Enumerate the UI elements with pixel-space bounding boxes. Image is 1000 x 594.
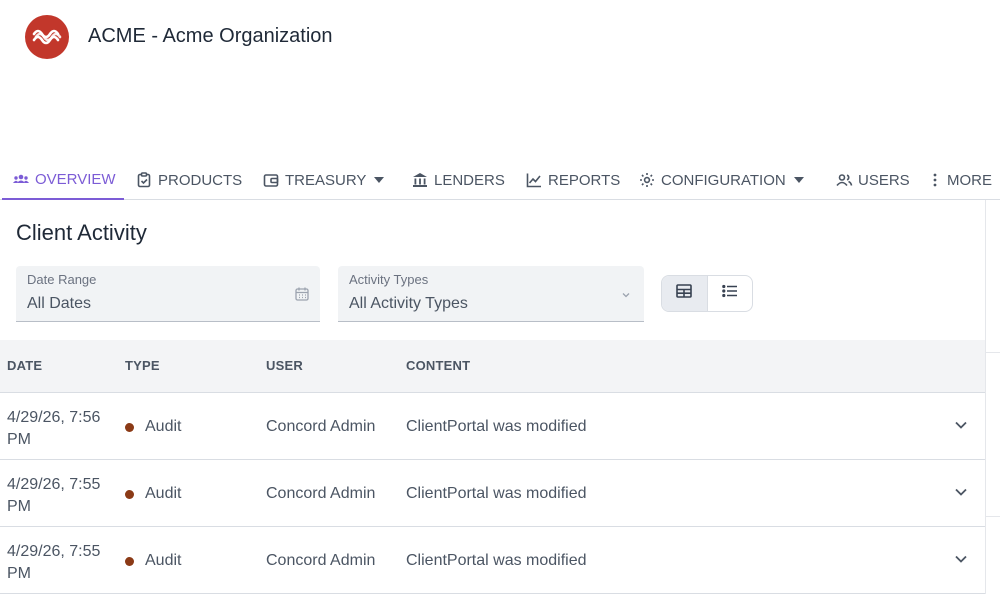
chevron-down-icon [618,287,634,303]
row-user: Concord Admin [266,552,376,569]
table-icon [675,282,693,305]
table-header: DATE TYPE USER CONTENT [0,340,985,393]
bank-icon [411,171,429,189]
table-row[interactable]: 4/29/26, 7:56 PM Audit Concord Admin Cli… [0,393,985,460]
column-header-date[interactable]: DATE [7,358,42,373]
chevron-down-icon[interactable] [953,484,969,500]
tab-label: OVERVIEW [35,170,116,188]
row-type-label: Audit [145,418,182,435]
chevron-down-icon [793,177,804,183]
row-content: ClientPortal was modified [406,485,587,502]
table-row[interactable]: 4/29/26, 7:55 PM Audit Concord Admin Cli… [0,527,985,594]
tab-label: REPORTS [548,171,621,189]
tab-label: TREASURY [285,171,367,189]
users-group-icon [12,170,30,188]
status-dot [125,422,134,432]
tab-overview[interactable]: OVERVIEW [2,160,124,200]
column-header-type[interactable]: TYPE [125,358,160,373]
column-header-content[interactable]: CONTENT [406,358,470,373]
chevron-down-icon [374,177,385,183]
table-row[interactable]: 4/29/26, 7:55 PM Audit Concord Admin Cli… [0,460,985,527]
tab-treasury[interactable]: TREASURY [262,160,385,200]
list-icon [721,282,739,305]
row-date: 4/29/26, 7:55 PM [7,543,101,582]
users-icon [835,171,853,189]
row-type: Audit [125,552,181,570]
tab-label: MORE [947,171,992,189]
activity-types-select[interactable]: Activity Types All Activity Types [338,266,644,322]
org-logo [25,15,69,59]
chevron-down-icon[interactable] [953,551,969,567]
row-type: Audit [125,485,181,503]
panel-divider [986,352,1000,353]
status-dot [125,489,134,499]
list-view-button[interactable] [706,276,752,311]
panel-divider [986,516,1000,517]
table-view-button[interactable] [662,276,707,311]
date-range-value: All Dates [27,295,92,312]
panel-divider [985,200,986,594]
tab-label: USERS [858,171,910,189]
row-date: 4/29/26, 7:56 PM [7,409,101,448]
tab-reports[interactable]: REPORTS [525,160,620,200]
clipboard-icon [135,171,153,189]
tab-more[interactable]: MORE [928,160,992,200]
row-type-label: Audit [145,485,182,502]
main-nav-tabs: OVERVIEW PRODUCTS TREASURY LENDERS REPOR… [0,160,1000,200]
date-range-field[interactable]: Date Range All Dates [16,266,320,322]
tab-configuration[interactable]: CONFIGURATION [638,160,804,200]
gear-icon [638,171,656,189]
row-date: 4/29/26, 7:55 PM [7,476,101,515]
row-user: Concord Admin [266,485,376,502]
activity-types-label: Activity Types [349,272,429,287]
row-content: ClientPortal was modified [406,552,587,569]
tab-users[interactable]: USERS [835,160,910,200]
wallet-icon [262,171,280,189]
calendar-icon[interactable] [294,286,310,302]
activity-types-value: All Activity Types [349,295,468,312]
tab-label: CONFIGURATION [661,171,786,189]
date-range-label: Date Range [27,272,97,287]
app-header: ACME - Acme Organization [0,0,1000,150]
tab-products[interactable]: PRODUCTS [135,160,242,200]
page-title: Client Activity [16,220,147,245]
status-dot [125,556,134,566]
more-vertical-icon [928,171,942,189]
tab-lenders[interactable]: LENDERS [411,160,505,200]
row-type-label: Audit [145,552,182,569]
view-toggle [661,275,753,312]
row-user: Concord Admin [266,418,376,435]
activity-table: DATE TYPE USER CONTENT 4/29/26, 7:56 PM … [0,340,985,594]
tab-label: PRODUCTS [158,171,243,189]
row-type: Audit [125,418,181,436]
chart-line-icon [525,171,543,189]
chevron-down-icon[interactable] [953,417,969,433]
tab-label: LENDERS [434,171,505,189]
row-content: ClientPortal was modified [406,418,587,435]
column-header-user[interactable]: USER [266,358,303,373]
org-title: ACME - Acme Organization [88,25,333,47]
